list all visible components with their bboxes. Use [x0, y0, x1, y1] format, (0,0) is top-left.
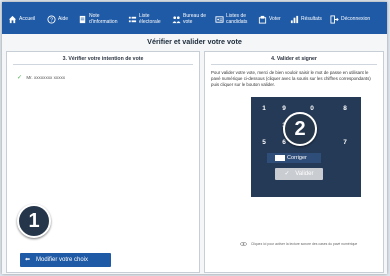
audio-keypad-note: Cliquez ici pour activer la lecture sono…: [250, 242, 358, 246]
modify-choice-button[interactable]: ⬅ Modifier votre choix: [20, 253, 111, 267]
vote-choice-text: Mr. xxxxxxxx xxxxx: [26, 75, 66, 80]
keypad-key[interactable]: 7: [335, 136, 355, 150]
keypad-key[interactable]: 8: [335, 102, 355, 116]
top-navigation-bar: Accueil ? Aide Note d'information Liste …: [2, 2, 387, 34]
nav-item-voter[interactable]: Voter: [258, 10, 281, 28]
svg-text:?: ?: [50, 17, 53, 23]
nav-label-bureau-de-vote: Bureau de vote: [183, 13, 207, 25]
nav-item-accueil[interactable]: Accueil: [8, 10, 35, 28]
validate-sign-panel: 4. Valider et signer Pour valider votre …: [204, 51, 384, 273]
verify-panel-title: 3. Vérifier votre intention de vote: [62, 56, 144, 62]
logout-icon: [330, 14, 339, 24]
nav-label-listes-candidats: Listes de candidats: [226, 13, 248, 25]
vote-choice: ✓ Mr. xxxxxxxx xxxxx: [17, 74, 65, 81]
correct-button-label: Corriger: [287, 155, 307, 161]
correct-button[interactable]: Corriger: [267, 153, 321, 163]
verify-vote-panel: 3. Vérifier votre intention de vote ✓ Mr…: [6, 51, 200, 273]
step-badge-1: 1: [17, 204, 51, 238]
nav-label-accueil: Accueil: [19, 16, 36, 22]
validate-button[interactable]: ✓ Valider: [275, 168, 323, 180]
validate-button-label: Valider: [295, 171, 314, 177]
eye-icon: [240, 242, 247, 247]
validate-panel-title: 4. Valider et signer: [271, 56, 317, 62]
nav-label-voter: Voter: [269, 16, 281, 22]
nav-item-listes-candidats[interactable]: Listes de candidats: [215, 10, 250, 28]
nav-item-resultats[interactable]: Résultats: [290, 10, 322, 28]
nav-item-deconnexion[interactable]: Déconnexion: [330, 10, 370, 28]
help-icon: ?: [47, 14, 56, 23]
numeric-keypad: 1 9 0 8 3 5 6 7: [251, 97, 361, 197]
nav-label-aide: Aide: [58, 16, 69, 22]
keypad-key[interactable]: 1: [254, 102, 274, 116]
document-icon: [79, 15, 86, 23]
nav-item-aide[interactable]: ? Aide: [47, 10, 68, 28]
ballot-icon: [258, 15, 267, 24]
page-title: Vérifier et valider votre vote: [147, 37, 242, 46]
nav-item-note-information[interactable]: Note d'information: [78, 10, 119, 28]
nav-label-note-information: Note d'information: [89, 13, 118, 25]
divider: [13, 64, 193, 65]
keypad-key[interactable]: 5: [254, 136, 274, 150]
validation-instructions: Pour valider votre vote, merci de bien v…: [211, 70, 371, 87]
chart-icon: [290, 15, 299, 23]
divider: [211, 64, 377, 65]
password-field: [275, 155, 285, 161]
modify-choice-label: Modifier votre choix: [36, 257, 89, 263]
home-icon: [8, 15, 17, 23]
checkmark-icon: ✓: [17, 75, 23, 81]
audio-keypad-toggle[interactable]: Cliquez ici pour activer la lecture sono…: [240, 242, 380, 247]
arrow-left-icon: ⬅: [25, 257, 31, 263]
candidates-icon: [215, 15, 224, 23]
app-window: Accueil ? Aide Note d'information Liste …: [2, 2, 387, 274]
nav-item-bureau-de-vote[interactable]: Bureau de vote: [172, 10, 207, 28]
step-badge-2: 2: [283, 112, 317, 146]
check-icon: ✓: [284, 171, 290, 177]
people-icon: [172, 15, 181, 23]
nav-label-resultats: Résultats: [301, 16, 322, 22]
list-icon: [128, 16, 137, 22]
nav-label-liste-electorale: Liste électorale: [139, 13, 161, 25]
nav-label-deconnexion: Déconnexion: [341, 16, 371, 22]
nav-item-liste-electorale[interactable]: Liste électorale: [128, 10, 165, 28]
